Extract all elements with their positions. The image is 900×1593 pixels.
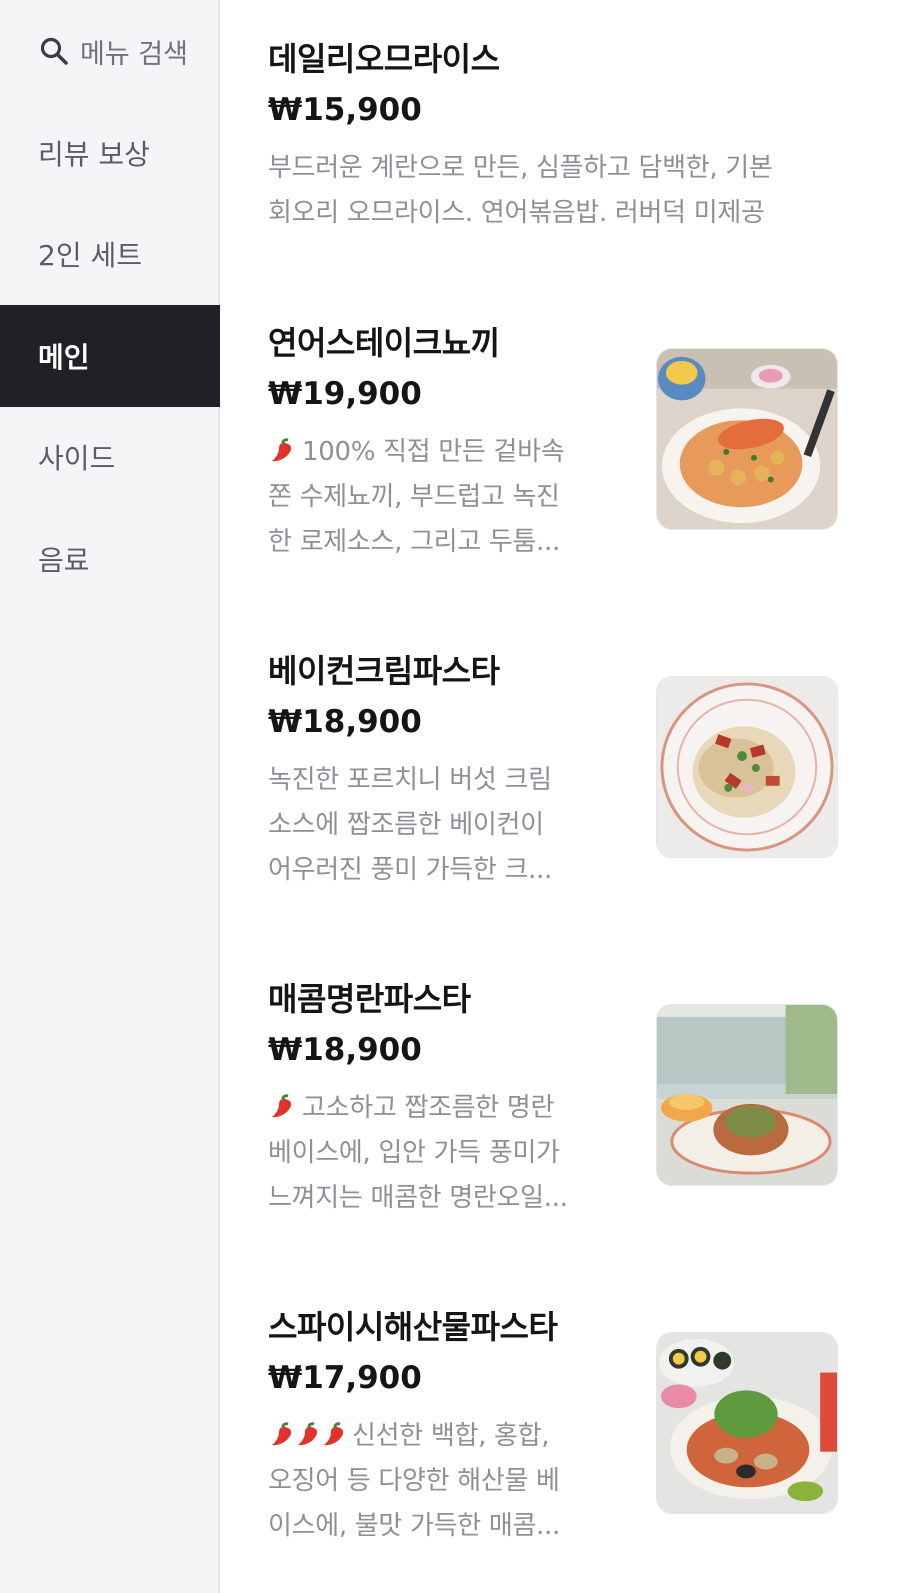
menu-item-name: 베이컨크림파스타 [268,652,500,690]
description-line: 오징어 등 다양한 해산물 베 [268,1466,560,1496]
bacon-cream-pasta-image [656,676,838,858]
sidebar-item-side[interactable]: 사이드 [0,406,220,508]
menu-item-name: 매콤명란파스타 [268,980,471,1018]
sidebar-item-label: 리뷰 보상 [38,138,150,171]
menu-item-description: 부드러운 계란으로 만든, 심플하고 담백한, 기본 회오리 오므라이스. 연어… [268,146,773,236]
sidebar-item-label: 메인 [38,341,90,374]
chili-pepper-icon [272,438,292,462]
menu-item-name: 데일리오므라이스 [268,40,500,78]
description-line: 베이스에, 입안 가득 풍미가 [268,1138,560,1168]
description-line: 이스에, 불맛 가득한 매콤... [268,1511,560,1541]
menu-item[interactable]: 연어스테이크뇨끼 ₩19,900 100% 직접 만든 겉바속 쫀 수제뇨끼, … [222,318,900,588]
category-sidebar: 메뉴 검색 리뷰 보상 2인 세트 메인 사이드 음료 [0,0,220,1593]
description-text: 신선한 백합, 홍합, [352,1421,550,1451]
menu-item-description: 녹진한 포르치니 버섯 크림 소스에 짭조름한 베이컨이 어우러진 풍미 가득한… [268,758,552,893]
menu-item-price: ₩18,900 [268,1032,422,1068]
search-icon [38,35,70,67]
sidebar-item-label: 사이드 [38,442,116,475]
spicy-mentaiko-pasta-image [656,1004,838,1186]
menu-item-price: ₩19,900 [268,376,422,412]
menu-item-description: 고소하고 짭조름한 명란 베이스에, 입안 가득 풍미가 느껴지는 매콤한 명란… [268,1086,568,1221]
description-text: 고소하고 짭조름한 명란 [302,1093,555,1123]
menu-item-price: ₩18,900 [268,704,422,740]
sidebar-item-main[interactable]: 메인 [0,305,220,407]
menu-search-button[interactable]: 메뉴 검색 [0,0,220,102]
salmon-steak-gnocchi-image [656,348,838,530]
description-line: 신선한 백합, 홍합, [268,1414,560,1459]
description-line: 부드러운 계란으로 만든, 심플하고 담백한, 기본 [268,153,773,183]
menu-item[interactable]: 베이컨크림파스타 ₩18,900 녹진한 포르치니 버섯 크림 소스에 짭조름한… [222,646,900,916]
menu-item-name: 스파이시해산물파스타 [268,1308,558,1346]
menu-item-price: ₩17,900 [268,1360,422,1396]
sidebar-item-set-for-two[interactable]: 2인 세트 [0,203,220,305]
sidebar-item-label: 음료 [38,544,90,577]
description-text: 100% 직접 만든 겉바속 [302,437,565,467]
menu-item[interactable]: 스파이시해산물파스타 ₩17,900 신선한 백합, 홍합, 오징어 등 다양한… [222,1302,900,1572]
description-line: 회오리 오므라이스. 연어볶음밥. 러버덕 미제공 [268,198,765,228]
description-line: 느껴지는 매콤한 명란오일... [268,1183,568,1213]
menu-list: 데일리오므라이스 ₩15,900 부드러운 계란으로 만든, 심플하고 담백한,… [222,0,900,1593]
spicy-seafood-pasta-image [656,1332,838,1514]
spicy-level-3 [268,1414,346,1459]
menu-item-description: 100% 직접 만든 겉바속 쫀 수제뇨끼, 부드럽고 녹진 한 로제소스, 그… [268,430,565,565]
menu-item[interactable]: 데일리오므라이스 ₩15,900 부드러운 계란으로 만든, 심플하고 담백한,… [222,34,900,254]
menu-item-price: ₩15,900 [268,92,422,128]
search-label: 메뉴 검색 [80,38,188,70]
description-line: 100% 직접 만든 겉바속 [268,430,565,475]
description-line: 녹진한 포르치니 버섯 크림 [268,765,552,795]
menu-item-description: 신선한 백합, 홍합, 오징어 등 다양한 해산물 베 이스에, 불맛 가득한 … [268,1414,560,1549]
menu-item[interactable]: 매콤명란파스타 ₩18,900 고소하고 짭조름한 명란 베이스에, 입안 가득… [222,974,900,1244]
description-line: 고소하고 짭조름한 명란 [268,1086,568,1131]
chili-pepper-icon [272,1094,292,1118]
description-line: 어우러진 풍미 가득한 크... [268,855,552,885]
menu-screen: 메뉴 검색 리뷰 보상 2인 세트 메인 사이드 음료 데일리오므라이스 ₩15… [0,0,900,1593]
description-line: 쫀 수제뇨끼, 부드럽고 녹진 [268,482,560,512]
sidebar-item-drinks[interactable]: 음료 [0,508,220,610]
sidebar-item-label: 2인 세트 [38,239,142,272]
description-line: 한 로제소스, 그리고 두툼... [268,527,560,557]
sidebar-item-review-reward[interactable]: 리뷰 보상 [0,102,220,204]
description-line: 소스에 짭조름한 베이컨이 [268,810,544,840]
chili-pepper-icon [324,1422,344,1446]
menu-item-name: 연어스테이크뇨끼 [268,324,500,362]
